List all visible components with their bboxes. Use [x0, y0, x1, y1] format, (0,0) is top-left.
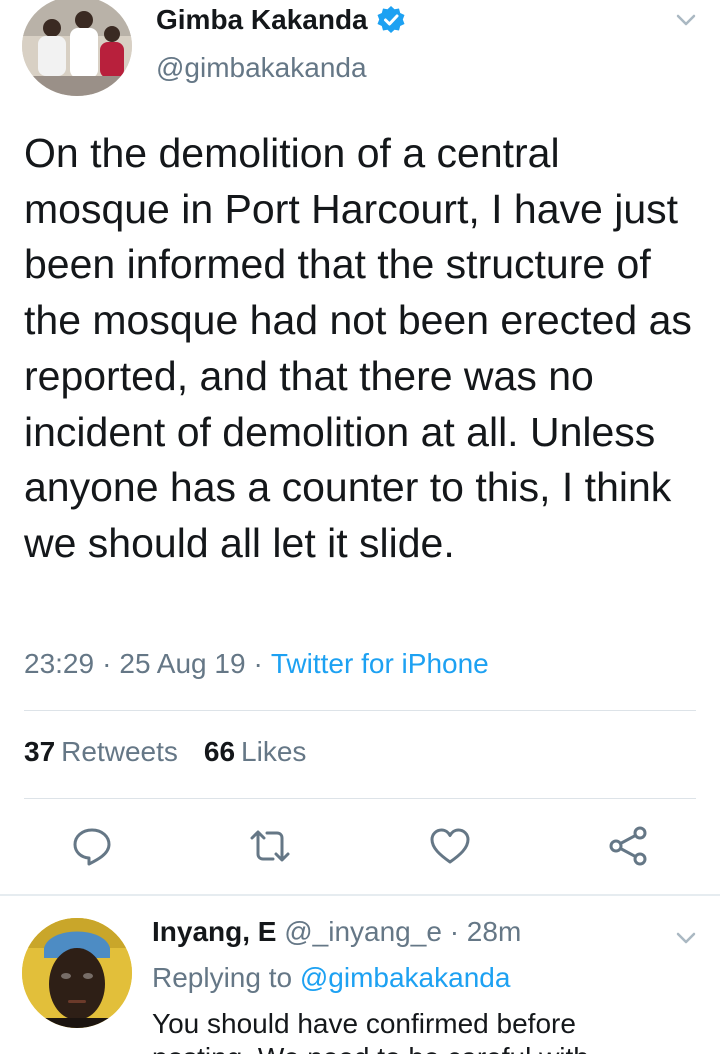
reply-text-cut: posting. We need to be careful with — [152, 1042, 589, 1054]
meta-separator: · — [253, 648, 263, 679]
replying-to: Replying to @gimbakakanda — [152, 962, 510, 994]
meta-separator: · — [102, 648, 112, 679]
retweets-count: 37 — [24, 736, 56, 767]
reply-tweet[interactable]: Inyang, E @_inyang_e · 28m Replying to @… — [0, 896, 720, 1054]
author-name[interactable]: Gimba Kakanda — [156, 4, 368, 36]
like-icon[interactable] — [428, 824, 472, 868]
tweet-date: 25 Aug 19 — [119, 648, 246, 679]
author-handle[interactable]: @gimbakakanda — [156, 52, 367, 84]
reply-avatar[interactable] — [22, 918, 132, 1028]
likes-label: Likes — [241, 736, 307, 767]
author-avatar[interactable] — [22, 0, 132, 96]
retweets-stat[interactable]: 37 Retweets — [24, 736, 178, 768]
reply-header: Inyang, E @_inyang_e · 28m — [152, 916, 521, 948]
share-icon[interactable] — [606, 824, 650, 868]
replying-prefix: Replying to — [152, 962, 293, 993]
verified-badge-icon — [376, 5, 406, 35]
chevron-down-icon[interactable] — [672, 6, 700, 34]
retweets-label: Retweets — [61, 736, 178, 767]
tweet-meta: 23:29 · 25 Aug 19 · Twitter for iPhone — [24, 648, 489, 680]
reply-icon[interactable] — [70, 824, 114, 868]
meta-separator: · — [449, 916, 460, 947]
replying-mention-link[interactable]: @gimbakakanda — [300, 962, 511, 993]
author-avatar-photo — [22, 0, 132, 96]
divider — [24, 710, 696, 711]
retweet-icon[interactable] — [248, 824, 292, 868]
reply-age: 28m — [466, 916, 522, 947]
tweet-stats: 37 Retweets 66 Likes — [24, 736, 306, 768]
reply-author-name[interactable]: Inyang, E — [152, 916, 276, 947]
chevron-down-icon[interactable] — [672, 924, 700, 952]
divider — [24, 798, 696, 799]
likes-count: 66 — [203, 736, 236, 767]
likes-stat[interactable]: 66 Likes — [204, 736, 307, 768]
tweet-time: 23:29 — [24, 648, 95, 679]
tweet-text: On the demolition of a central mosque in… — [24, 130, 692, 566]
tweet-source-link[interactable]: Twitter for iPhone — [271, 648, 489, 680]
reply-text: You should have confirmed before — [152, 1008, 576, 1039]
tweet-actions — [0, 824, 720, 874]
reply-author-handle[interactable]: @_inyang_e — [284, 916, 442, 947]
reply-avatar-photo — [22, 918, 132, 1028]
